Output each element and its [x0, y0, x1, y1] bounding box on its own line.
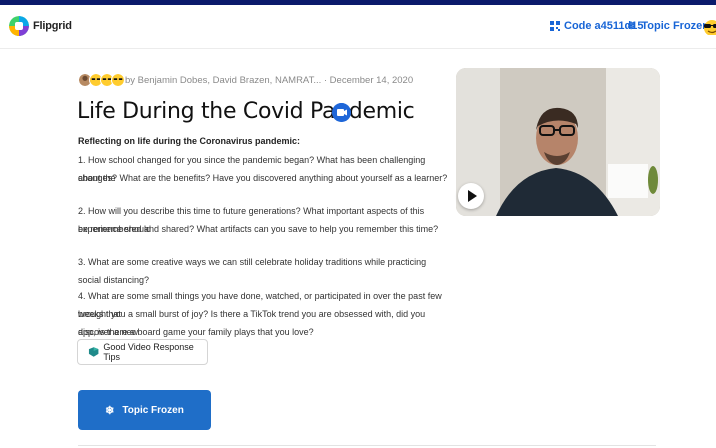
- topic-frozen-status[interactable]: ❄ Topic Frozen: [627, 20, 709, 32]
- topic-meta: by Benjamin Dobes, David Brazen, NAMRAT.…: [125, 75, 414, 86]
- topic-frozen-button-label: Topic Frozen: [122, 404, 184, 416]
- sunglasses-emoji-icon[interactable]: [702, 19, 716, 35]
- video-badge-icon[interactable]: [332, 103, 351, 122]
- avatar: [111, 73, 125, 87]
- snowflake-icon: ❄: [105, 404, 115, 417]
- topic-frozen-label: Topic Frozen: [641, 20, 710, 32]
- tips-icon: [88, 347, 99, 357]
- play-button[interactable]: [458, 183, 484, 209]
- play-icon: [468, 190, 477, 202]
- snowflake-icon: ❄: [627, 20, 636, 32]
- video-response-tips-button[interactable]: Good Video Response Tips: [77, 339, 208, 365]
- prompt-line: 3. What are some creative ways we can st…: [78, 257, 427, 285]
- video-frame-image: [456, 68, 660, 216]
- contributor-avatars[interactable]: [78, 73, 125, 87]
- topic-video-thumbnail[interactable]: [456, 68, 660, 216]
- brand-name[interactable]: Flipgrid: [33, 20, 72, 32]
- flipgrid-logo-icon[interactable]: [9, 16, 29, 36]
- prompt-line: be remembered and shared? What artifacts…: [78, 224, 439, 234]
- prompt-line: changes? What are the benefits? Have you…: [78, 173, 448, 183]
- page-title: Life During the Covid Pandemic: [77, 99, 415, 124]
- top-navigation-bar: Flipgrid Code a4511d15 ❄ Topic Frozen: [0, 5, 716, 49]
- tips-button-label: Good Video Response Tips: [103, 342, 194, 362]
- divider: [78, 445, 656, 446]
- qr-code-icon: [550, 21, 560, 31]
- prompt-heading: Reflecting on life during the Coronaviru…: [78, 136, 301, 146]
- app-window: Flipgrid Code a4511d15 ❄ Topic Frozen by…: [0, 5, 716, 448]
- topic-frozen-button[interactable]: ❄ Topic Frozen: [78, 390, 211, 430]
